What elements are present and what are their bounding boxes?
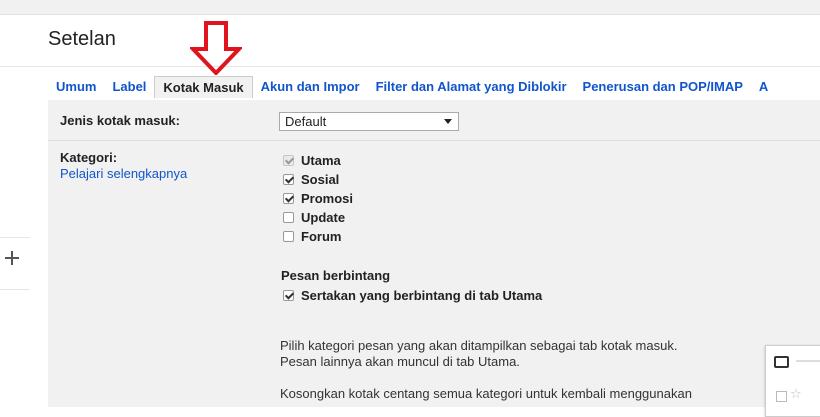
category-label: Update xyxy=(301,209,346,225)
description-line: Pesan lainnya akan muncul di tab Utama. xyxy=(280,354,520,369)
category-promosi-checkbox xyxy=(283,192,294,204)
starred-heading: Pesan berbintang xyxy=(281,268,391,283)
inbox-type-value: Default xyxy=(285,114,327,129)
category-label: Sosial xyxy=(301,171,340,187)
row-divider xyxy=(48,140,820,141)
tab-akun-dan-impor[interactable]: Akun dan Impor xyxy=(253,76,368,98)
inbox-type-label: Jenis kotak masuk: xyxy=(60,113,180,128)
plus-icon[interactable] xyxy=(4,250,20,266)
learn-more-link[interactable]: Pelajari selengkapnya xyxy=(60,166,187,181)
caret-down-icon xyxy=(444,119,452,124)
category-label: Promosi xyxy=(301,190,354,206)
category-update-checkbox xyxy=(283,211,294,223)
category-utama[interactable]: Utama xyxy=(283,151,341,169)
tab-penerusan-pop-imap[interactable]: Penerusan dan POP/IMAP xyxy=(575,76,751,98)
category-promosi[interactable]: Promosi xyxy=(283,189,353,207)
category-forum-checkbox xyxy=(283,230,294,242)
rail-divider xyxy=(0,289,30,290)
category-forum[interactable]: Forum xyxy=(283,227,341,245)
starred-option-label: Sertakan yang berbintang di tab Utama xyxy=(301,287,543,303)
settings-tabs: Umum Label Kotak Masuk Akun dan Impor Fi… xyxy=(48,76,776,98)
title-divider xyxy=(0,66,820,67)
description-line: Kosongkan kotak centang semua kategori u… xyxy=(280,386,692,401)
starred-checkbox xyxy=(283,289,294,301)
starred-option[interactable]: Sertakan yang berbintang di tab Utama xyxy=(283,286,542,304)
page-title: Setelan xyxy=(48,28,116,50)
inbox-preview-popup: ☆ xyxy=(765,345,820,417)
category-label: Forum xyxy=(301,228,342,244)
star-icon: ☆ xyxy=(790,386,802,401)
category-utama-checkbox xyxy=(283,154,294,166)
categories-label: Kategori: xyxy=(60,150,118,165)
tab-kotak-masuk[interactable]: Kotak Masuk xyxy=(154,76,253,98)
category-sosial[interactable]: Sosial xyxy=(283,170,339,188)
tab-truncated[interactable]: A xyxy=(751,76,776,98)
description-line: Pilih kategori pesan yang akan ditampilk… xyxy=(280,338,678,353)
preview-line xyxy=(796,360,820,362)
down-arrow-icon xyxy=(190,21,242,75)
category-update[interactable]: Update xyxy=(283,208,345,226)
preview-checkbox xyxy=(776,391,787,402)
inbox-icon xyxy=(774,356,789,368)
category-sosial-checkbox xyxy=(283,173,294,185)
tab-umum[interactable]: Umum xyxy=(48,76,104,98)
tab-filter-dan-alamat[interactable]: Filter dan Alamat yang Diblokir xyxy=(368,76,575,98)
inbox-type-select[interactable]: Default xyxy=(279,112,459,131)
category-label: Utama xyxy=(301,152,341,168)
top-bar xyxy=(0,0,820,15)
tab-label[interactable]: Label xyxy=(104,76,154,98)
settings-panel: Jenis kotak masuk: Default Kategori: Pel… xyxy=(48,100,820,407)
rail-divider xyxy=(0,237,30,238)
left-rail xyxy=(0,66,30,407)
